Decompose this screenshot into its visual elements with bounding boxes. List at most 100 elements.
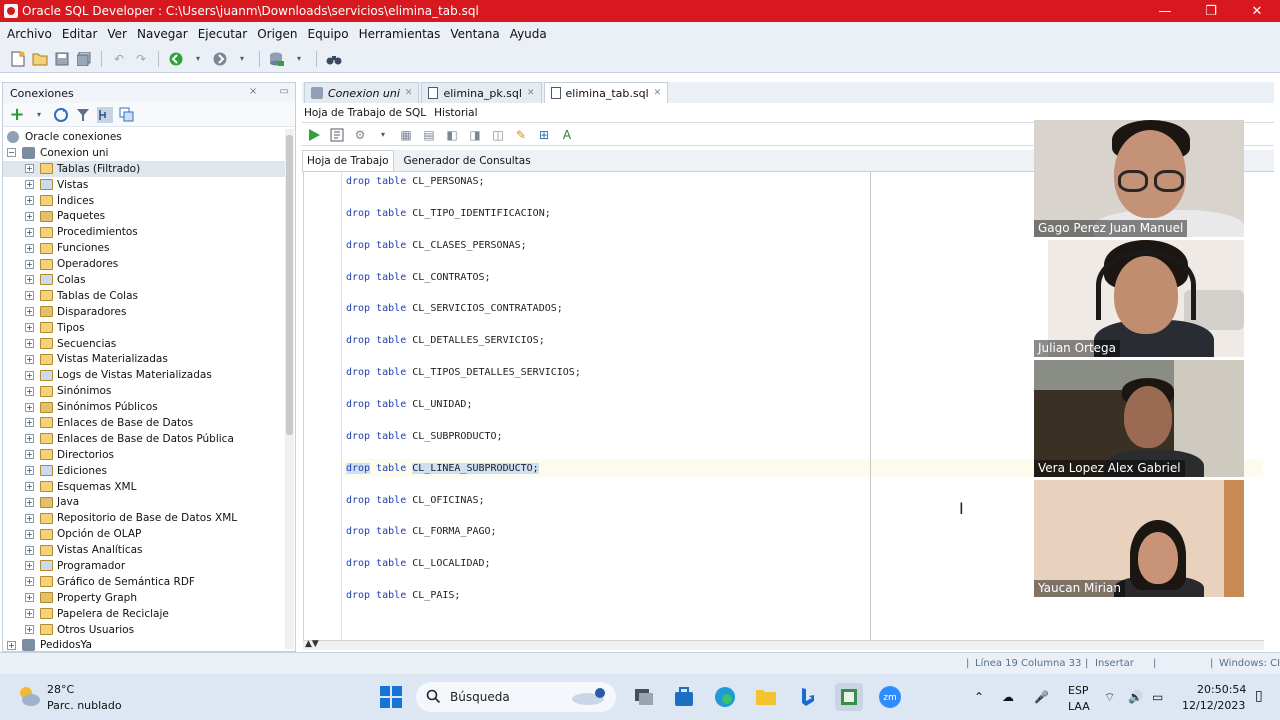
tree-item[interactable]: + Operadores [3,256,285,272]
tree-item[interactable]: + Esquemas XML [3,479,285,495]
close-tab-icon[interactable]: ✕ [654,88,662,98]
menu-herramientas[interactable]: Herramientas [354,27,446,41]
expand-icon[interactable]: + [25,466,34,476]
tray-chevron-icon[interactable]: ⌃ [974,674,984,720]
menu-archivo[interactable]: Archivo [2,27,57,41]
expand-icon[interactable]: + [25,609,34,619]
tab-sql-worksheet[interactable]: Hoja de Trabajo de SQL [304,107,426,119]
close-button[interactable]: ✕ [1234,0,1280,22]
redo-icon[interactable]: ↷ [133,51,149,67]
notification-icon[interactable]: ▯ [1255,688,1263,704]
rollback-icon[interactable]: ◧ [444,127,460,143]
autotrace-icon[interactable]: ⚙ [352,127,368,143]
menu-ver[interactable]: Ver [102,27,132,41]
menu-ayuda[interactable]: Ayuda [505,27,552,41]
menu-ventana[interactable]: Ventana [445,27,504,41]
maximize-button[interactable]: ❐ [1188,0,1234,22]
clock-date[interactable]: 12/12/2023 [1182,699,1245,712]
eraser-icon[interactable]: ✎ [513,127,529,143]
weather-icon[interactable] [16,683,42,709]
taskbar-search[interactable]: Búsqueda [416,682,616,712]
clock-time[interactable]: 20:50:54 [1197,683,1246,696]
bing-icon[interactable] [794,683,822,711]
expand-icon[interactable]: + [25,386,34,396]
expand-icon[interactable]: + [25,180,34,190]
save-icon[interactable] [54,51,70,67]
expand-icon[interactable]: + [25,625,34,635]
expand-icon[interactable]: + [25,307,34,317]
filter-icon[interactable] [75,107,91,123]
refresh-icon[interactable] [53,107,69,123]
close-tab-icon[interactable]: ✕ [527,88,535,98]
expand-icon[interactable]: + [25,243,34,253]
open-folder-icon[interactable] [32,51,48,67]
expand-icon[interactable]: + [25,561,34,571]
menu-navegar[interactable]: Navegar [132,27,193,41]
tab-history[interactable]: Historial [434,107,477,119]
file-explorer-icon[interactable] [752,683,780,711]
volume-icon[interactable]: 🔊 [1128,674,1143,720]
expand-icon[interactable]: + [25,434,34,444]
language-code[interactable]: ESP [1068,684,1089,697]
tree-item[interactable]: + Paquetes [3,208,285,224]
zoom-icon[interactable]: zm [876,683,904,711]
menu-editar[interactable]: Editar [57,27,103,41]
wifi-icon[interactable]: ⌔ [1104,674,1115,720]
binoculars-icon[interactable] [326,51,342,67]
tree-item[interactable]: + Tablas de Colas [3,288,285,304]
tree-item[interactable]: + Vistas Materializadas [3,351,285,367]
tree-item[interactable]: + Directorios [3,447,285,463]
tree-item[interactable]: + Disparadores [3,304,285,320]
tree-item[interactable]: + Ediciones [3,463,285,479]
tree-next-connection[interactable]: + PedidosYa [3,638,285,651]
expand-icon[interactable]: + [25,354,34,364]
explain-plan-icon[interactable]: ▦ [398,127,414,143]
start-button-icon[interactable] [377,683,405,711]
undo-icon[interactable]: ↶ [111,51,127,67]
tree-item[interactable]: + Vistas [3,177,285,193]
clear-icon[interactable]: ◫ [490,127,506,143]
expand-icon[interactable]: + [25,275,34,285]
collapse-arrows-icon[interactable]: ▲▼ [305,639,319,649]
forward-icon[interactable] [212,51,228,67]
tab-elimina-pk[interactable]: elimina_pk.sql ✕ [421,82,542,103]
close-tab-icon[interactable]: ✕ [405,88,413,98]
save-all-icon[interactable] [76,51,92,67]
expand-icon[interactable]: + [25,450,34,460]
expand-icon[interactable]: + [25,323,34,333]
tree-item[interactable]: + Sinónimos [3,383,285,399]
tree-item[interactable]: + Logs de Vistas Materializadas [3,367,285,383]
expand-icon[interactable]: + [25,577,34,587]
minimize-button[interactable]: — [1142,0,1188,22]
collapse-icon[interactable]: − [7,148,16,158]
dropdown-arrow-icon[interactable]: ▾ [234,51,250,67]
expand-icon[interactable]: + [25,529,34,539]
sql-connection-icon[interactable] [269,51,285,67]
store-icon[interactable] [670,683,698,711]
commit-icon[interactable]: ▤ [421,127,437,143]
run-script-icon[interactable] [329,127,345,143]
menu-origen[interactable]: Origen [252,27,302,41]
tree-item[interactable]: + Opción de OLAP [3,526,285,542]
expand-icon[interactable]: + [25,227,34,237]
tree-item[interactable]: + Vistas Analíticas [3,542,285,558]
expand-icon[interactable]: + [25,164,34,174]
scrollbar-thumb[interactable] [286,135,293,435]
tree-item[interactable]: + Enlaces de Base de Datos [3,415,285,431]
expand-icon[interactable]: + [25,402,34,412]
expand-icon[interactable]: + [25,196,34,205]
language-layout[interactable]: LAA [1068,700,1090,713]
tree-item[interactable]: + Enlaces de Base de Datos Pública [3,431,285,447]
expand-icon[interactable]: + [25,370,34,380]
expand-icon[interactable]: + [25,513,34,523]
edge-browser-icon[interactable] [711,683,739,711]
tab-elimina-tab[interactable]: elimina_tab.sql ✕ [543,82,669,103]
task-view-icon[interactable] [630,683,658,711]
expand-icon[interactable]: + [25,545,34,555]
tree-item[interactable]: + Repositorio de Base de Datos XML [3,510,285,526]
tab-query-builder[interactable]: Generador de Consultas [400,150,535,171]
menu-ejecutar[interactable]: Ejecutar [193,27,253,41]
tree-connection[interactable]: − Conexion uni [3,145,285,161]
tree-item[interactable]: + Colas [3,272,285,288]
back-icon[interactable] [168,51,184,67]
